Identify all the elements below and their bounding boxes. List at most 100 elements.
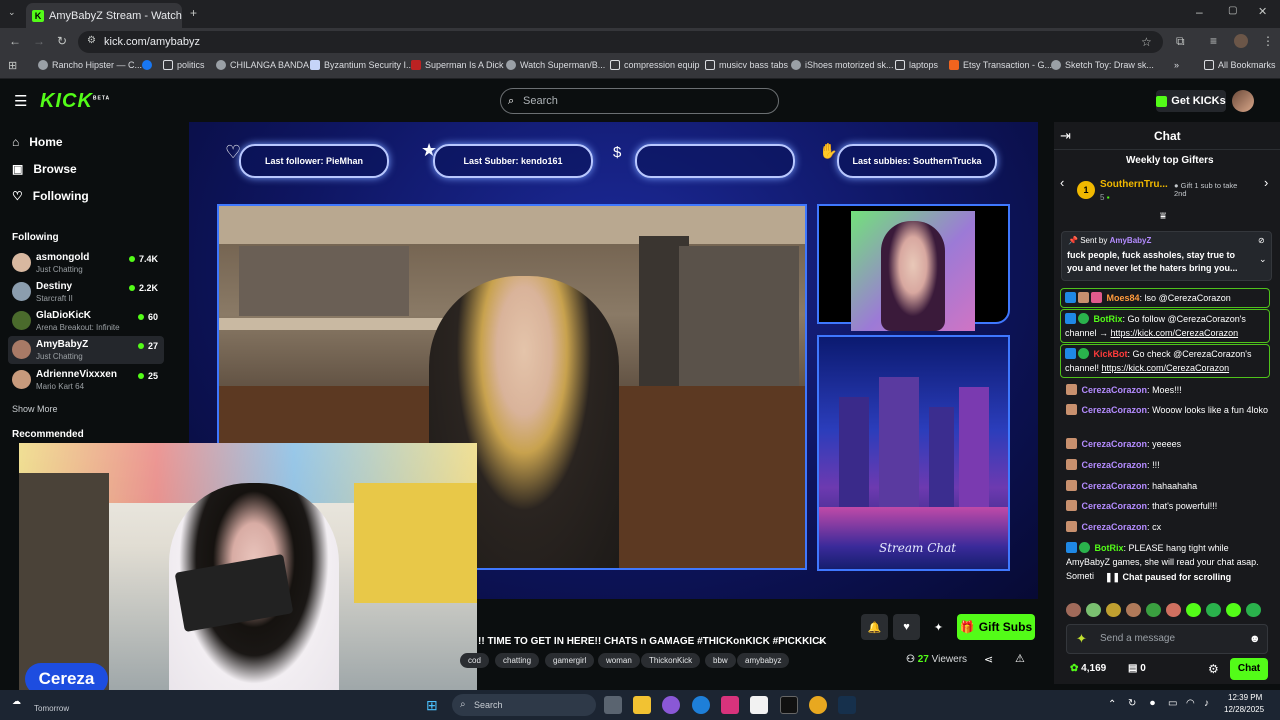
following-channel-asmongold[interactable]: asmongold Just Chatting 7.4K xyxy=(8,249,164,277)
pinned-message[interactable]: 📌 Sent by AmyBabyZ ⊘ fuck people, fuck a… xyxy=(1061,231,1272,281)
weather-icon[interactable]: ☁ xyxy=(12,696,21,707)
microphone-icon[interactable]: ⏺ xyxy=(1150,698,1155,709)
bookmark-folder[interactable]: laptops xyxy=(895,60,938,70)
tag-bbw[interactable]: bbw xyxy=(705,653,736,668)
extensions-icon[interactable]: ⧉ xyxy=(1176,35,1185,47)
bookmark-item[interactable]: Superman Is A Dick xyxy=(411,60,504,70)
menu-dots-icon[interactable]: ⋮ xyxy=(1262,35,1274,47)
bookmark-item[interactable]: Byzantium Security I... xyxy=(310,60,414,70)
send-chat-button[interactable]: Chat xyxy=(1230,658,1268,680)
tag-chatting[interactable]: chatting xyxy=(495,653,540,668)
following-channel-gladiokick[interactable]: GlaDioKicK Arena Breakout: Infinite 60 xyxy=(8,307,164,335)
user-avatar[interactable] xyxy=(1232,90,1254,112)
instagram-icon[interactable] xyxy=(721,696,739,714)
tag-gamergirl[interactable]: gamergirl xyxy=(545,653,595,668)
expand-title-chevron-icon[interactable]: ⌄ xyxy=(816,634,825,647)
profile-avatar[interactable] xyxy=(1234,34,1248,48)
gifters-prev-icon[interactable]: ‹ xyxy=(1060,175,1064,190)
tray-chevron-icon[interactable]: ⌃ xyxy=(1108,699,1116,710)
back-icon[interactable]: ← xyxy=(9,35,21,47)
site-info-icon[interactable]: ⚙ xyxy=(87,36,96,46)
bookmark-item[interactable] xyxy=(142,60,152,70)
bookmarks-overflow-icon[interactable]: » xyxy=(1174,60,1179,70)
gift-subs-button[interactable]: 🎁 Gift Subs xyxy=(957,614,1035,640)
filter-icon[interactable]: ⩸ xyxy=(1160,211,1166,222)
following-channel-destiny[interactable]: Destiny Starcraft II 2.2K xyxy=(8,278,164,306)
weather-label[interactable]: Tomorrow xyxy=(34,704,69,713)
chat-settings-gear-icon[interactable]: ⚙ xyxy=(1208,662,1219,676)
bookmark-item[interactable]: Watch Superman/B... xyxy=(506,60,605,70)
emote-icon[interactable] xyxy=(1206,603,1221,617)
maximize-icon[interactable]: ▢ xyxy=(1228,6,1237,16)
app-icon[interactable] xyxy=(662,696,680,714)
tag-woman[interactable]: woman xyxy=(598,653,640,668)
tab-search-icon[interactable]: ⌄ xyxy=(8,8,16,17)
chat-paused-notice[interactable]: ❚❚ Chat paused for scrolling xyxy=(1094,569,1242,586)
tag-cod[interactable]: cod xyxy=(460,653,489,668)
bookmark-item[interactable]: Etsy Transaction - G... xyxy=(949,60,1052,70)
nav-browse[interactable]: ▣ Browse xyxy=(12,162,77,176)
hamburger-menu-icon[interactable]: ☰ xyxy=(14,92,27,110)
minimize-icon[interactable]: – xyxy=(1196,6,1203,18)
kick-sparkle-icon[interactable]: ✦ xyxy=(1076,625,1087,653)
chat-message-input[interactable]: ✦ Send a message ☻ xyxy=(1066,624,1268,654)
kick-logo[interactable]: KICKBETA xyxy=(40,90,110,113)
forward-icon[interactable]: → xyxy=(33,35,45,47)
notification-bell-button[interactable]: 🔔 xyxy=(861,614,888,640)
window-close-icon[interactable]: ✕ xyxy=(1258,7,1267,18)
bookmark-star-icon[interactable]: ☆ xyxy=(1141,36,1152,48)
sparkle-button[interactable]: ✦ xyxy=(925,614,952,640)
emote-icon[interactable] xyxy=(1226,603,1241,617)
clock-date[interactable]: 12/28/2025 xyxy=(1224,705,1264,714)
emote-icon[interactable] xyxy=(1186,603,1201,617)
emote-icon[interactable] xyxy=(1146,603,1161,617)
task-view-icon[interactable] xyxy=(604,696,622,714)
emote-icon[interactable] xyxy=(1106,603,1121,617)
emote-icon[interactable] xyxy=(1166,603,1181,617)
nav-home[interactable]: ⌂ Home xyxy=(12,135,63,149)
address-bar[interactable]: ⚙ kick.com/amybabyz ☆ xyxy=(78,31,1163,53)
chat-link[interactable]: https://kick.com/CerezaCorazon xyxy=(1102,363,1230,373)
bookmark-folder[interactable]: musicv bass tabs xyxy=(705,60,788,70)
follow-heart-button[interactable]: ♥ xyxy=(893,614,920,640)
wifi-icon[interactable]: ◠ xyxy=(1186,698,1195,709)
emote-icon[interactable] xyxy=(1126,603,1141,617)
apps-grid-icon[interactable]: ⊞ xyxy=(8,61,17,72)
edge-icon[interactable] xyxy=(692,696,710,714)
volume-icon[interactable]: ♪ xyxy=(1204,698,1209,709)
get-kicks-button[interactable]: Get KICKs xyxy=(1156,90,1226,112)
kicks-balance[interactable]: ✿ 4,169 xyxy=(1070,663,1106,674)
chrome-icon[interactable] xyxy=(809,696,827,714)
collapse-chat-icon[interactable]: ⇥ xyxy=(1060,128,1071,144)
report-warning-icon[interactable]: ⚠ xyxy=(1015,652,1025,665)
expand-pinned-chevron-icon[interactable]: ⌄ xyxy=(1259,254,1267,265)
bookmark-folder[interactable]: compression equip xyxy=(610,60,700,70)
display-icon[interactable]: ▭ xyxy=(1168,698,1177,709)
start-windows-icon[interactable]: ⊞ xyxy=(426,697,438,714)
tag-thickonkick[interactable]: ThickonKick xyxy=(641,653,701,668)
new-tab-icon[interactable]: + xyxy=(190,7,197,19)
emote-icon[interactable] xyxy=(1086,603,1101,617)
chat-link[interactable]: https://kick.com/CerezaCorazon xyxy=(1111,328,1239,338)
top-gifter-name[interactable]: SouthernTru... xyxy=(1100,179,1168,190)
reload-icon[interactable]: ↻ xyxy=(57,35,67,47)
browser-tab[interactable]: K AmyBabyZ Stream - Watch ✕ xyxy=(26,3,182,28)
steam-icon[interactable] xyxy=(838,696,856,714)
emoji-picker-icon[interactable]: ☻ xyxy=(1249,625,1261,653)
following-channel-amybabyz[interactable]: AmyBabyZ Just Chatting 27 xyxy=(8,336,164,364)
sync-icon[interactable]: ↻ xyxy=(1128,698,1136,709)
reading-list-icon[interactable]: ≡ xyxy=(1210,35,1217,47)
taskbar-search[interactable]: ⌕ Search xyxy=(452,694,596,716)
search-input[interactable]: ⌕ Search xyxy=(500,88,779,114)
share-icon[interactable]: ⋖ xyxy=(984,653,993,666)
emote-icon[interactable] xyxy=(1066,603,1081,617)
bookmark-folder[interactable]: politics xyxy=(163,60,205,70)
file-explorer-icon[interactable] xyxy=(633,696,651,714)
bookmark-item[interactable]: CHILANGA BANDA xyxy=(216,60,309,70)
show-more-link[interactable]: Show More xyxy=(12,404,58,414)
x-icon[interactable] xyxy=(780,696,798,714)
gifters-next-icon[interactable]: › xyxy=(1264,175,1268,190)
tag-amybabyz[interactable]: amybabyz xyxy=(737,653,790,668)
nav-following[interactable]: ♡ Following xyxy=(12,189,89,203)
bookmark-item[interactable]: Rancho Hipster — C... xyxy=(38,60,142,70)
